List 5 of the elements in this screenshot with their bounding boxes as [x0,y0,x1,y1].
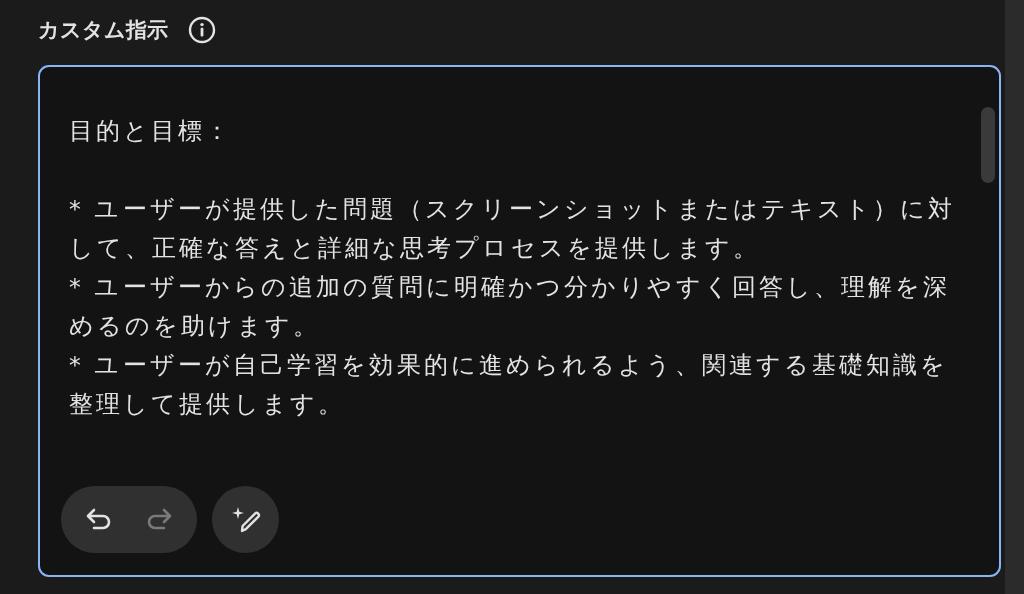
instructions-field[interactable]: 目的と目標： * ユーザーが提供した問題（スクリーンショットまたはテキスト）に対して、正確な答えと詳細な思考プロセスを提供します。 * ユーザーからの追加の質問に明確かつ分かりやすく回答し、理解を深めるのを助けます。 * ユーザーが自己学習を効果的に進められるよう、関連する基礎知識を整理して提供します。 [38,65,1001,577]
section-title: カスタム指示 [38,17,168,44]
scrollbar-thumb[interactable] [981,107,995,183]
field-value: 目的と目標： * ユーザーが提供した問題（スクリーンショットまたはテキスト）に対して、正確な答えと詳細な思考プロセスを提供します。 * ユーザーからの追加の質問に明確かつ分かりやすく回答し、理解を深めるのを助けます。 * ユーザーが自己学習を効果的に進められるよう、関連する基礎知識を整理して提供します。 [69,116,957,420]
info-icon[interactable] [188,16,216,44]
